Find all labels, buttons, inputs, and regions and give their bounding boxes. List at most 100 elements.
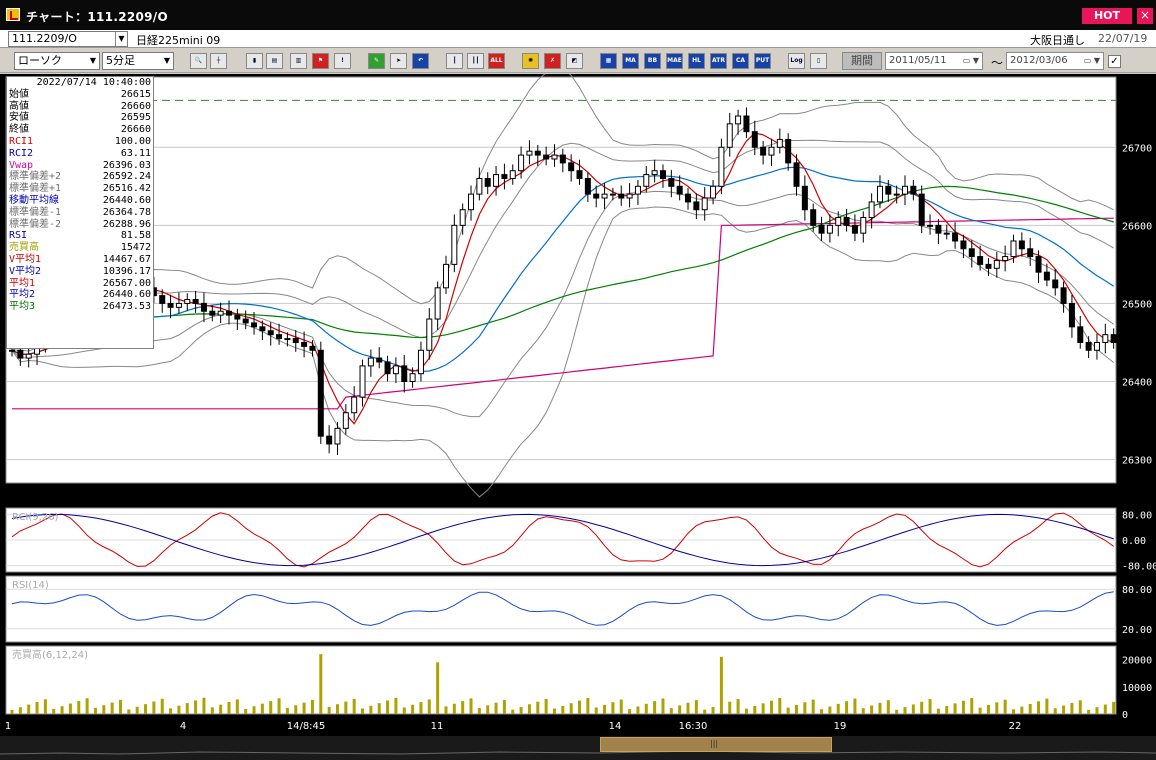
date-from-field[interactable]: 2011/05/11 ▭ ▼ bbox=[885, 52, 983, 70]
price-chart[interactable]: 26300264002650026600267001 4 14/8:45 11 14 16… bbox=[0, 74, 1156, 736]
bar-chart-icon[interactable]: ▥ bbox=[290, 53, 307, 69]
candle-body bbox=[952, 232, 959, 242]
log-button[interactable]: Log bbox=[788, 53, 805, 69]
settings-icon[interactable]: ✺ bbox=[522, 53, 539, 69]
put-button[interactable]: PUT bbox=[754, 53, 771, 69]
bb-button[interactable]: BB bbox=[644, 53, 661, 69]
crosshair-icon[interactable]: ┼ bbox=[210, 53, 227, 69]
candle-body bbox=[351, 396, 358, 414]
info-value: 26615 bbox=[120, 88, 151, 100]
mae-button[interactable]: MAE bbox=[666, 53, 683, 69]
candle-body bbox=[760, 146, 767, 156]
info-label: 平均2 bbox=[9, 289, 36, 301]
chevron-down-icon[interactable]: ▼ bbox=[87, 53, 99, 69]
grid-icon[interactable]: ▦ bbox=[600, 53, 617, 69]
period-checkbox[interactable]: ✓ bbox=[1108, 55, 1121, 68]
candle-body bbox=[17, 349, 24, 359]
candle-body bbox=[509, 170, 516, 179]
pen-icon[interactable]: ✎ bbox=[368, 53, 385, 69]
palette-icon[interactable]: ◩ bbox=[566, 53, 583, 69]
candle-pair-icon[interactable]: ┃┃ bbox=[467, 53, 484, 69]
x-tick-label: 16:30 bbox=[679, 721, 708, 732]
ca-button[interactable]: CA bbox=[732, 53, 749, 69]
wrench-icon[interactable]: ✗ bbox=[544, 53, 561, 69]
hot-button[interactable]: HOT bbox=[1082, 8, 1132, 24]
candle-body bbox=[192, 299, 199, 304]
candle-body bbox=[1052, 279, 1059, 289]
chart-scrollbar[interactable]: ||| bbox=[0, 736, 1156, 760]
candle-body bbox=[1027, 248, 1034, 258]
candle-body bbox=[726, 123, 733, 148]
price-tick-label: 26500 bbox=[1122, 299, 1152, 310]
flag-icon[interactable]: ⚑ bbox=[312, 53, 329, 69]
candle-body bbox=[751, 131, 758, 148]
cursor-icon[interactable]: ➤ bbox=[390, 53, 407, 69]
candle-body bbox=[685, 193, 692, 203]
info-row: 標準偏差+2 26592.24 bbox=[7, 171, 153, 183]
candle-body bbox=[776, 138, 783, 148]
atr-button[interactable]: ATR bbox=[710, 53, 727, 69]
candle-body bbox=[668, 178, 675, 187]
candle-body bbox=[417, 349, 424, 375]
candle-body bbox=[659, 170, 666, 179]
candle-body bbox=[893, 193, 900, 196]
print-icon[interactable]: ▤ bbox=[266, 53, 283, 69]
candle-icon[interactable]: ┃ bbox=[446, 53, 463, 69]
info-row: V平均2 10396.17 bbox=[7, 266, 153, 278]
candle-body bbox=[217, 310, 224, 316]
candle-body bbox=[1110, 334, 1117, 343]
info-value: 26473.53 bbox=[102, 301, 151, 313]
candle-body bbox=[518, 154, 525, 172]
chevron-down-icon[interactable]: ▼ bbox=[161, 53, 173, 69]
candle-body bbox=[326, 435, 333, 445]
undo-icon[interactable]: ↶ bbox=[412, 53, 429, 69]
warning-icon[interactable]: ! bbox=[334, 53, 351, 69]
info-label: V平均2 bbox=[9, 265, 42, 277]
info-value: 26440.60 bbox=[102, 194, 151, 206]
candle-body bbox=[785, 138, 792, 164]
candle-body bbox=[276, 334, 283, 340]
candle-body bbox=[676, 185, 683, 195]
info-row: 高値 26660 bbox=[7, 101, 153, 113]
hl-button[interactable]: HL bbox=[688, 53, 705, 69]
scrollbar-grip-icon[interactable]: ||| bbox=[710, 739, 718, 748]
candle-body bbox=[710, 185, 717, 199]
candle-body bbox=[1085, 341, 1092, 351]
chart-type-select[interactable]: ローソク ▼ bbox=[14, 52, 100, 70]
window-titlebar: チャート：111.2209/O HOT × bbox=[0, 0, 1156, 30]
calendar-dropdown-icon[interactable]: ▭ ▼ bbox=[956, 53, 982, 69]
candle-body bbox=[851, 224, 858, 234]
candle-body bbox=[501, 174, 508, 179]
interval-select[interactable]: 5分足 ▼ bbox=[102, 52, 174, 70]
symbol-code-select[interactable]: 111.2209/O ▼ bbox=[8, 31, 128, 47]
candle-body bbox=[342, 412, 349, 429]
candle-body bbox=[292, 338, 299, 343]
candle-body bbox=[927, 224, 934, 227]
zoom-icon[interactable]: 🔍 bbox=[190, 53, 207, 69]
info-value: 26288.96 bbox=[102, 218, 151, 230]
chart-area[interactable]: 26300 26400 26500 26600 26700 1 4 14/8:45 11 14 16… bbox=[0, 74, 1156, 760]
candle-body bbox=[284, 338, 291, 341]
candle-settings-icon[interactable]: ▮ bbox=[246, 53, 263, 69]
close-button[interactable]: × bbox=[1137, 8, 1153, 24]
period-button[interactable]: 期間 bbox=[842, 52, 882, 70]
chevron-down-icon[interactable]: ▼ bbox=[115, 32, 127, 46]
candle-body bbox=[960, 240, 967, 250]
candle-body bbox=[1093, 341, 1100, 351]
symbol-name: 日経225mini 09 bbox=[136, 34, 221, 47]
info-label: RSI bbox=[9, 230, 28, 242]
date-to-field[interactable]: 2012/03/06 ▭ ▼ bbox=[1006, 52, 1104, 70]
volume-tick-label: 10000 bbox=[1122, 683, 1152, 694]
all-button[interactable]: ALL bbox=[488, 53, 505, 69]
ma-button[interactable]: MA bbox=[622, 53, 639, 69]
page-icon[interactable]: ▯ bbox=[810, 53, 827, 69]
info-value: 26595 bbox=[120, 112, 151, 124]
info-value: 10396.17 bbox=[102, 265, 151, 277]
candle-body bbox=[25, 353, 32, 359]
calendar-dropdown-icon[interactable]: ▭ ▼ bbox=[1077, 53, 1103, 69]
candle-body bbox=[826, 224, 833, 234]
header-date: 22/07/19 bbox=[1098, 32, 1148, 45]
chart-app-icon bbox=[6, 8, 20, 21]
candle-body bbox=[818, 224, 825, 234]
volume-tick-label: 0 bbox=[1122, 710, 1128, 721]
